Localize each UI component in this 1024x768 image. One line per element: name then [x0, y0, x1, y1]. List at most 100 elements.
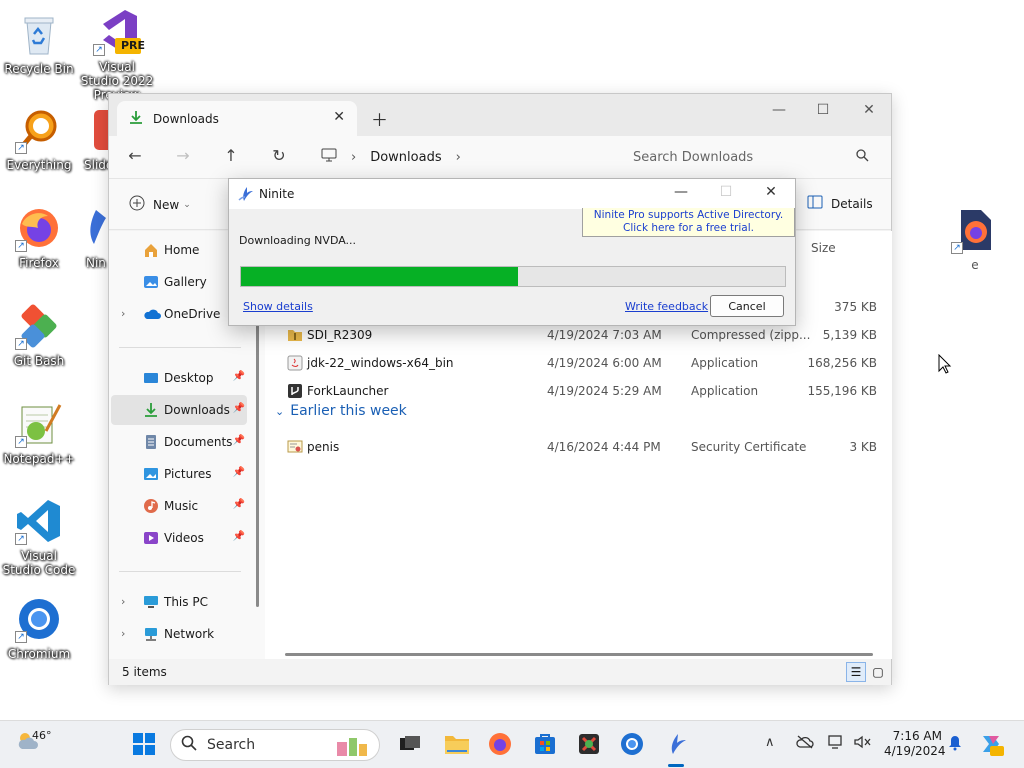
ninite-minimize-button[interactable]: —: [671, 184, 691, 200]
table-row[interactable]: jdk-22_windows-x64_bin 4/19/2024 6:00 AM…: [265, 349, 892, 377]
tiles-view-icon: ▢: [872, 665, 884, 679]
chromium-taskbar-button[interactable]: [619, 731, 645, 757]
sidebar-item-this-pc[interactable]: › This PC: [111, 587, 247, 617]
sidebar-item-music[interactable]: Music 📌: [111, 491, 247, 521]
desktop-icon-slide[interactable]: Slide: [72, 106, 108, 172]
horizontal-scrollbar[interactable]: [285, 653, 873, 656]
show-details-link[interactable]: Show details: [243, 300, 313, 313]
download-status-text: Downloading NVDA...: [239, 234, 357, 247]
desktop-icon-label: e: [971, 258, 979, 272]
chromium-icon: [621, 733, 643, 755]
details-pane-button[interactable]: Details: [807, 195, 873, 212]
recycle-bin-icon: [15, 10, 63, 58]
windows-logo-icon: [133, 733, 155, 755]
ninite-close-button[interactable]: ✕: [761, 184, 781, 200]
volume-muted-icon[interactable]: [854, 735, 872, 753]
file-date: 4/19/2024 5:29 AM: [547, 384, 662, 398]
file-type: Security Certificate: [691, 440, 807, 454]
new-tab-button[interactable]: ＋: [371, 106, 388, 131]
sidebar-label: Pictures: [164, 467, 212, 481]
sidebar-item-desktop[interactable]: Desktop 📌: [111, 363, 247, 393]
shortcut-arrow-icon: ↗: [951, 242, 963, 254]
tiles-view-button[interactable]: ▢: [868, 662, 888, 682]
sidebar-item-gallery[interactable]: Gallery: [111, 267, 247, 297]
desktop-icon-git-bash[interactable]: ↗ Git Bash: [1, 302, 77, 368]
desktop-icon-nin[interactable]: Nin: [76, 204, 108, 270]
column-header-size[interactable]: Size: [811, 241, 836, 255]
sidebar-item-network[interactable]: › Network: [111, 619, 247, 649]
desktop-icon-visual-studio-preview[interactable]: PRE ↗ Visual Studio 2022 Preview: [79, 8, 155, 102]
maximize-button[interactable]: ☐: [811, 102, 835, 118]
shortcut-arrow-icon: ↗: [15, 240, 27, 252]
desktop-icon-recycle-bin[interactable]: Recycle Bin: [1, 10, 77, 76]
chevron-right-icon[interactable]: ›: [121, 307, 125, 320]
taskbar-search[interactable]: Search: [170, 729, 380, 761]
task-view-icon: [400, 736, 420, 750]
address-bar[interactable]: › Downloads ›: [309, 141, 609, 173]
pin-icon: 📌: [232, 499, 245, 510]
group-header-earlier-this-week[interactable]: ⌄ Earlier this week: [275, 403, 407, 419]
task-view-button[interactable]: [397, 731, 423, 757]
chevron-right-icon[interactable]: ›: [121, 595, 125, 608]
magnifier-icon: ↗: [15, 106, 63, 154]
file-size: 375 KB: [834, 300, 877, 314]
start-button[interactable]: [131, 731, 157, 757]
cancel-button[interactable]: Cancel: [710, 295, 784, 317]
videos-icon: [143, 530, 159, 546]
notification-bell-icon[interactable]: [948, 735, 962, 755]
navigation-bar: ← → ↑ ↻ › Downloads › Search Downloads: [109, 136, 891, 178]
onedrive-offline-icon[interactable]: [796, 735, 814, 753]
minimize-button[interactable]: —: [767, 102, 791, 118]
back-arrow-icon[interactable]: ←: [123, 146, 147, 165]
item-count: 5 items: [122, 665, 167, 679]
chevron-right-icon[interactable]: ›: [121, 627, 125, 640]
file-name: penis: [307, 440, 340, 454]
app-taskbar-button[interactable]: [576, 731, 602, 757]
home-icon: [143, 242, 159, 258]
system-clock[interactable]: 7:16 AM 4/19/2024: [884, 729, 946, 759]
desktop-icon-label: Slide: [84, 158, 108, 172]
write-feedback-link[interactable]: Write feedback: [625, 300, 708, 313]
ninite-pro-banner[interactable]: Ninite Pro supports Active Directory. Cl…: [582, 208, 795, 237]
ninite-maximize-button[interactable]: ☐: [716, 184, 736, 200]
desktop-icon-everything[interactable]: ↗ Everything: [1, 106, 77, 172]
copilot-icon: [983, 736, 1004, 756]
desktop-icon-chromium[interactable]: ↗ Chromium: [1, 595, 77, 661]
desktop-icon-e[interactable]: ↗ e: [937, 206, 1013, 272]
details-view-button[interactable]: ☰: [846, 662, 866, 682]
sidebar-item-documents[interactable]: Documents 📌: [111, 427, 247, 457]
ninite-taskbar-button[interactable]: [663, 731, 689, 757]
sidebar-item-home[interactable]: Home: [111, 235, 247, 265]
desktop-icon-label: Notepad++: [3, 452, 75, 466]
up-arrow-icon[interactable]: ↑: [219, 146, 243, 165]
desktop-icon-notepad-plus-plus[interactable]: ↗ Notepad++: [1, 400, 77, 466]
copilot-preview-button[interactable]: [978, 731, 1004, 757]
firefox-icon: ↗: [15, 204, 63, 252]
forward-arrow-icon[interactable]: →: [171, 146, 195, 165]
desktop-icon-label: Visual Studio Code: [2, 549, 76, 577]
firefox-taskbar-button[interactable]: [487, 731, 513, 757]
new-button[interactable]: New ⌄: [129, 195, 191, 214]
ninite-logo-icon: [238, 186, 254, 205]
breadcrumb-downloads[interactable]: Downloads: [370, 150, 441, 165]
desktop-icon-firefox[interactable]: ↗ Firefox: [1, 204, 77, 270]
close-window-button[interactable]: ✕: [857, 102, 881, 118]
refresh-icon[interactable]: ↻: [267, 146, 291, 165]
weather-widget[interactable]: 46°: [16, 729, 52, 756]
mouse-cursor-icon: [938, 353, 952, 377]
desktop-icon-vscode[interactable]: ↗ Visual Studio Code: [1, 497, 77, 577]
sidebar-item-downloads[interactable]: Downloads 📌: [111, 395, 247, 425]
tab-downloads[interactable]: Downloads ✕: [117, 101, 357, 136]
file-explorer-taskbar-button[interactable]: [444, 731, 470, 757]
table-row[interactable]: ForkLauncher 4/19/2024 5:29 AM Applicati…: [265, 377, 892, 405]
sidebar-item-videos[interactable]: Videos 📌: [111, 523, 247, 553]
sidebar-item-pictures[interactable]: Pictures 📌: [111, 459, 247, 489]
sidebar-item-onedrive[interactable]: › OneDrive: [111, 299, 247, 329]
close-tab-icon[interactable]: ✕: [333, 109, 345, 125]
search-input[interactable]: Search Downloads: [619, 141, 881, 173]
chevron-up-icon[interactable]: ∧: [765, 735, 775, 750]
display-icon[interactable]: [828, 735, 844, 753]
store-taskbar-button[interactable]: [532, 731, 558, 757]
table-row[interactable]: penis 4/16/2024 4:44 PM Security Certifi…: [265, 433, 892, 461]
desktop-icon-label: Nin: [86, 256, 106, 270]
